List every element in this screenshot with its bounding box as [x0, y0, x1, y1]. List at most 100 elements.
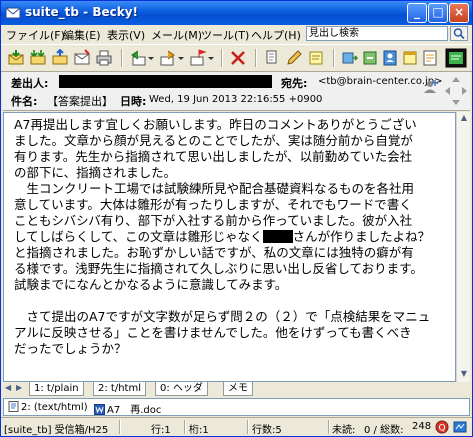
body-line: ました。文章から顔が見えるとのことでしたが、実は随分前から自覚が: [14, 133, 413, 148]
body-line: アルに反映させる」ことを書けませんでした。他をけずっても書くべき: [14, 325, 412, 340]
to-label: 宛先:: [281, 77, 308, 90]
toolbar: [1, 44, 472, 72]
body-line-part: してしばらくして、この文章は雛形じゃなく: [14, 229, 263, 244]
delete-icon[interactable]: [229, 49, 247, 67]
connection-icon[interactable]: [453, 420, 467, 434]
forward-dropdown-icon[interactable]: [177, 49, 185, 67]
app-window: suite_tb - Becky! _ □ × ファイル(F) 編集(E) 表示…: [0, 0, 473, 437]
toolbar-separator: [333, 49, 335, 67]
body-line-with-redaction: してしばらくして、この文章は雛形じゃなく さんが作りましたよね？: [14, 229, 430, 245]
add-contact-icon[interactable]: [422, 78, 440, 96]
search-icon[interactable]: [450, 26, 468, 41]
subject-value: 【答案提出】: [47, 95, 113, 108]
from-redaction: [59, 75, 272, 88]
header-search-input[interactable]: 見出し検索: [306, 26, 448, 41]
attachment-html-label: 2: (text/html): [21, 402, 88, 413]
svg-text:Q: Q: [438, 424, 445, 434]
menu-view[interactable]: 表示(V): [107, 27, 145, 43]
header-nav-arrows-icon[interactable]: [443, 75, 469, 107]
menu-file[interactable]: ファイル(F): [6, 27, 65, 43]
body-line: と指摘されました。お恥ずかしい話ですが、私の文章には独特の癖が有: [14, 245, 414, 260]
status-bar: [suite_tb] 受信箱/H25 行:1 桁:1 行数:5 未読: 0 / …: [1, 417, 472, 436]
note-icon[interactable]: [307, 49, 325, 67]
body-line: だったでしょうか？: [14, 341, 127, 356]
status-column: 桁:1: [189, 425, 209, 436]
flag-icon[interactable]: [189, 49, 207, 67]
status-separator: [184, 420, 186, 434]
close-button[interactable]: ×: [449, 3, 469, 23]
calendar-icon[interactable]: [401, 49, 419, 67]
tab-header[interactable]: 0: ヘッダ: [155, 382, 208, 396]
view-icon[interactable]: [445, 48, 467, 68]
window-title: suite_tb - Becky!: [25, 5, 139, 19]
from-label: 差出人:: [11, 77, 49, 90]
status-separator: [119, 420, 121, 434]
receive-mail-icon[interactable]: [7, 49, 25, 67]
menu-help[interactable]: ヘルプ(H): [251, 27, 301, 43]
body-line: の部下に、指摘されました。: [14, 165, 177, 180]
status-line-count: 行数:5: [252, 425, 282, 436]
body-line: 有ります。先生から指摘されて思い出しましたが、以前勤めていた会社: [14, 149, 413, 164]
toolbar-separator: [121, 49, 123, 67]
html-file-icon: [8, 401, 19, 412]
body-line: さて提出のA7ですが文字数が足らず問２の（２）で「点検結果をマニュ: [14, 309, 431, 324]
scroll-down-icon[interactable]: ▼: [458, 368, 470, 380]
print-icon[interactable]: [95, 49, 113, 67]
status-unread: 未読:: [332, 425, 356, 436]
filter-icon[interactable]: [263, 49, 281, 67]
status-separator: [247, 420, 249, 434]
scroll-up-icon[interactable]: ▲: [458, 112, 470, 124]
status-line: 行:1: [151, 425, 171, 436]
menu-mail[interactable]: メール(M): [151, 27, 202, 43]
message-body[interactable]: A7再提出します宜しくお願いします。昨日のコメントありがとうござい ました。文章…: [3, 112, 456, 382]
tab-prev-icon[interactable]: ◀: [5, 383, 11, 392]
attachment-doc[interactable]: A7 再.doc: [94, 401, 161, 416]
status-total-value: 248: [412, 421, 432, 432]
minimize-button[interactable]: _: [407, 3, 427, 23]
edit-icon[interactable]: [285, 49, 303, 67]
word-file-icon: [94, 404, 105, 415]
body-line: こともシバシバ有り、部下が入社する前から作っていました。彼が入社: [14, 213, 413, 228]
status-total: 0 / 総数:: [364, 425, 404, 436]
maximize-button[interactable]: □: [428, 3, 448, 23]
attachment-html[interactable]: 2: (text/html): [8, 401, 88, 413]
address-book-icon[interactable]: [381, 49, 399, 67]
body-line-part: さんが作りましたよね？: [292, 229, 431, 244]
body-tab-bar: ◀ ▶ 1: t/plain 2: t/html 0: ヘッダ メモ: [3, 382, 470, 397]
send-mail-icon[interactable]: [51, 49, 69, 67]
status-folder: [suite_tb] 受信箱/H25: [4, 425, 109, 436]
receive-all-icon[interactable]: [29, 49, 47, 67]
reply-dropdown-icon[interactable]: [147, 49, 155, 67]
toolbar-separator: [221, 49, 223, 67]
body-line: 試験までになんとかなるように意識してみます。: [14, 277, 288, 292]
tab-next-icon[interactable]: ▶: [16, 383, 22, 392]
name-redaction: [262, 230, 293, 243]
template-icon[interactable]: [341, 49, 359, 67]
sort-icon[interactable]: [361, 49, 379, 67]
title-bar[interactable]: suite_tb - Becky! _ □ ×: [1, 1, 472, 25]
menu-tools[interactable]: ツール(T): [201, 27, 249, 43]
menu-bar: ファイル(F) 編集(E) 表示(V) メール(M) ツール(T) ヘルプ(H)…: [1, 25, 472, 43]
date-value: Wed, 19 Jun 2013 22:16:55 +0900: [149, 94, 323, 105]
status-separator: [328, 420, 330, 434]
body-line: 生コンクリート工場では試験練所見や配合基礎資料なるものを各社用: [14, 181, 415, 196]
new-mail-icon[interactable]: [73, 49, 91, 67]
app-icon: [5, 7, 21, 19]
tab-text-html[interactable]: 2: t/html: [93, 382, 146, 396]
subject-label: 件名:: [11, 95, 38, 108]
menu-edit[interactable]: 編集(E): [63, 27, 101, 43]
reply-icon[interactable]: [129, 49, 147, 67]
body-scrollbar[interactable]: ▲ ▼: [456, 112, 470, 382]
reminder-icon[interactable]: [421, 49, 439, 67]
online-status-icon[interactable]: Q: [435, 420, 449, 434]
body-line: る様です。浅野先生に指摘されて久しぶりに思い出し反省しております。: [14, 261, 423, 276]
flag-dropdown-icon[interactable]: [207, 49, 215, 67]
tab-text-plain[interactable]: 1: t/plain: [29, 382, 84, 396]
forward-icon[interactable]: [159, 49, 177, 67]
body-line: 意しています。大体は雛形が有ったりしますが、それでもワードで書く: [14, 197, 412, 212]
message-header: 差出人: 宛先: <tb@brain-center.co.jp> 件名: 【答案…: [3, 72, 470, 111]
body-line: A7再提出します宜しくお願いします。昨日のコメントありがとうござい: [14, 117, 417, 132]
attachment-doc-label: A7 再.doc: [107, 405, 162, 416]
tab-memo[interactable]: メモ: [223, 382, 253, 396]
toolbar-separator: [255, 49, 257, 67]
